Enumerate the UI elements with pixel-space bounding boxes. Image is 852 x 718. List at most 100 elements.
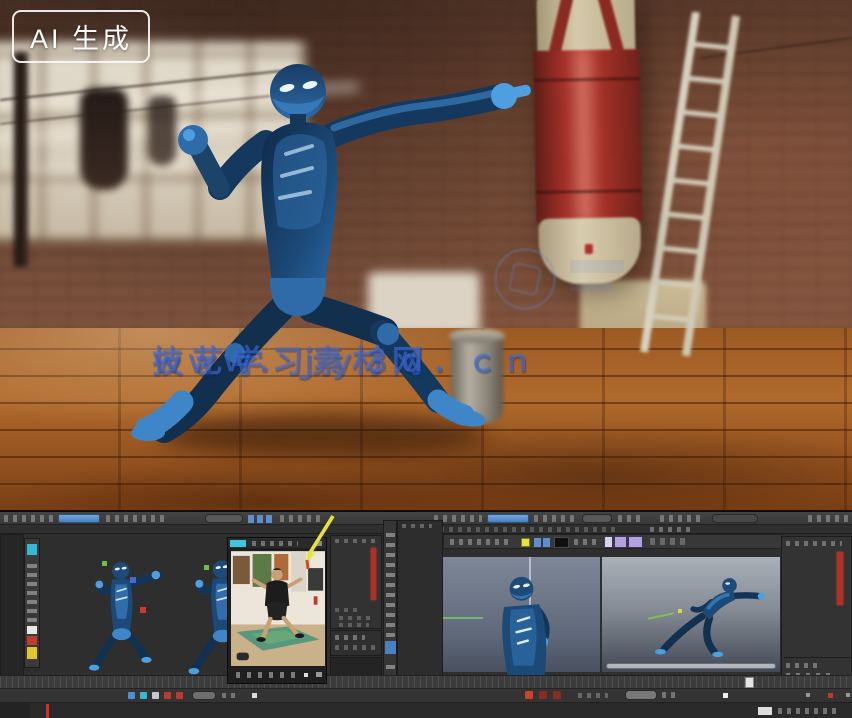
shelf-tab-active-right[interactable] [487, 514, 529, 523]
toolbox-right [383, 520, 397, 697]
toolbar-icons-left[interactable] [4, 515, 54, 522]
menu-text-highlight[interactable] [650, 527, 690, 532]
blue-toggle-button[interactable] [534, 538, 541, 547]
viewport-character-closeup [465, 565, 585, 677]
object-tabs[interactable] [786, 663, 820, 668]
tool-swatch-cyan[interactable] [27, 544, 37, 555]
illegible-caption-text [546, 708, 650, 718]
channel-box-tabs[interactable] [786, 541, 842, 546]
brush-icons[interactable] [450, 539, 512, 545]
playback-icons[interactable] [662, 692, 680, 698]
menu-text-row[interactable] [440, 527, 620, 532]
snap-icon[interactable] [248, 515, 254, 523]
mute-solo-icons[interactable] [525, 691, 571, 700]
screenshot-root: AI 生成 技艺学习素材网 ｗｗｗ．ｊｙ３ｄ．ｃｎ [0, 0, 852, 718]
status-text [578, 693, 608, 698]
tool-swatch-red[interactable] [27, 636, 37, 645]
illegible-caption-text [660, 708, 756, 718]
layer-editor-left [330, 630, 382, 656]
frame-field[interactable] [192, 691, 216, 700]
playback-icon[interactable] [128, 692, 135, 699]
playback-icon[interactable] [176, 692, 183, 699]
shape-row [339, 623, 369, 627]
manipulator-dot-green [204, 565, 209, 570]
render-scene: AI 生成 技艺学习素材网 ｗｗｗ．ｊｙ３ｄ．ｃｎ [0, 0, 852, 510]
layer-row[interactable] [335, 645, 375, 650]
outliner-rows [398, 531, 442, 651]
playback-icon[interactable] [164, 692, 171, 699]
toolbar-icons-far-right[interactable] [808, 515, 848, 522]
field-pill[interactable] [582, 514, 612, 523]
toolbar-icons[interactable] [660, 515, 704, 522]
mute-icon[interactable] [553, 691, 561, 699]
search-field-left[interactable] [205, 514, 243, 523]
viewport-closeup[interactable] [443, 557, 600, 672]
viewport-character [76, 557, 162, 677]
mute-icon[interactable] [539, 691, 547, 699]
mini-dot[interactable] [806, 693, 810, 697]
playback-icon[interactable] [140, 692, 147, 699]
ai-generated-badge: AI 生成 [12, 10, 150, 63]
dropdown-pill[interactable] [712, 514, 758, 523]
frame-rate-field[interactable] [625, 690, 657, 700]
mini-dot[interactable] [846, 693, 850, 697]
keyed-attributes-bar-left [371, 548, 376, 600]
shapes-section-label [335, 608, 359, 612]
photo-playback-dot[interactable] [304, 673, 308, 677]
viewport-side[interactable] [602, 557, 780, 672]
ai-generated-label: AI 生成 [30, 24, 132, 54]
color-dropdown[interactable] [554, 537, 569, 548]
range-left-cap [0, 703, 30, 718]
active-tool-highlight[interactable] [385, 641, 396, 654]
playback-icons[interactable] [222, 693, 238, 698]
annotation-arrow [293, 514, 343, 572]
photo-fullscreen-icon[interactable] [316, 672, 322, 677]
maya-editor-strip [0, 510, 852, 718]
playback-icon[interactable] [152, 692, 159, 699]
purple-button-mid[interactable] [614, 536, 627, 548]
shelf-tab-active-left[interactable] [58, 514, 100, 523]
divider [784, 657, 850, 658]
shape-row [339, 616, 373, 620]
dark-toolbar-squares[interactable] [650, 538, 686, 545]
toolbox-tools-right[interactable] [386, 527, 395, 637]
outliner-panel [397, 520, 443, 697]
playback-dot[interactable] [723, 693, 728, 698]
snap-icon[interactable] [257, 515, 263, 523]
toolbar-icons[interactable] [618, 515, 644, 522]
watermark-url: ｗｗｗ．ｊｙ３ｄ．ｃｎ [152, 336, 537, 380]
photo-sync-button[interactable] [230, 540, 246, 547]
photo-playback-controls[interactable] [236, 672, 296, 678]
yellow-toggle-button[interactable] [521, 538, 530, 547]
manipulator-dot-green [102, 561, 107, 566]
record-dot[interactable] [828, 693, 833, 698]
playback-left-icons[interactable] [128, 692, 188, 700]
keyed-attributes-bar-right [837, 552, 843, 605]
purple-button-wide[interactable] [628, 536, 643, 548]
viewport-scrollbar[interactable] [606, 663, 776, 669]
viewport-character-lunge [610, 569, 780, 669]
manipulator-dot-blue [130, 577, 136, 583]
hero-character [120, 50, 550, 470]
toolbar-icons[interactable] [534, 515, 574, 522]
timeline-tick-row[interactable] [0, 675, 852, 689]
layer-tabs[interactable] [335, 635, 365, 640]
toolbar-icons[interactable] [106, 515, 166, 522]
notes-text-block [784, 611, 850, 653]
toolbar-icons[interactable] [574, 539, 598, 545]
mute-icon[interactable] [525, 691, 533, 699]
timeline-playhead[interactable] [46, 704, 49, 718]
range-right-icons[interactable] [778, 708, 838, 714]
current-frame-marker[interactable] [745, 677, 754, 688]
blue-toggle-button[interactable] [543, 538, 550, 547]
viewport-front[interactable] [68, 543, 162, 675]
playback-dot[interactable] [252, 693, 257, 698]
end-frame-field[interactable] [758, 707, 772, 715]
snap-icon[interactable] [266, 515, 272, 523]
tool-swatch-white[interactable] [27, 626, 37, 634]
toolbox-tools[interactable] [27, 560, 37, 622]
tool-swatch-yellow[interactable] [27, 647, 37, 659]
photo-toolbar-icons[interactable] [252, 541, 298, 546]
outliner-header [402, 524, 432, 528]
purple-button-small[interactable] [604, 536, 613, 548]
